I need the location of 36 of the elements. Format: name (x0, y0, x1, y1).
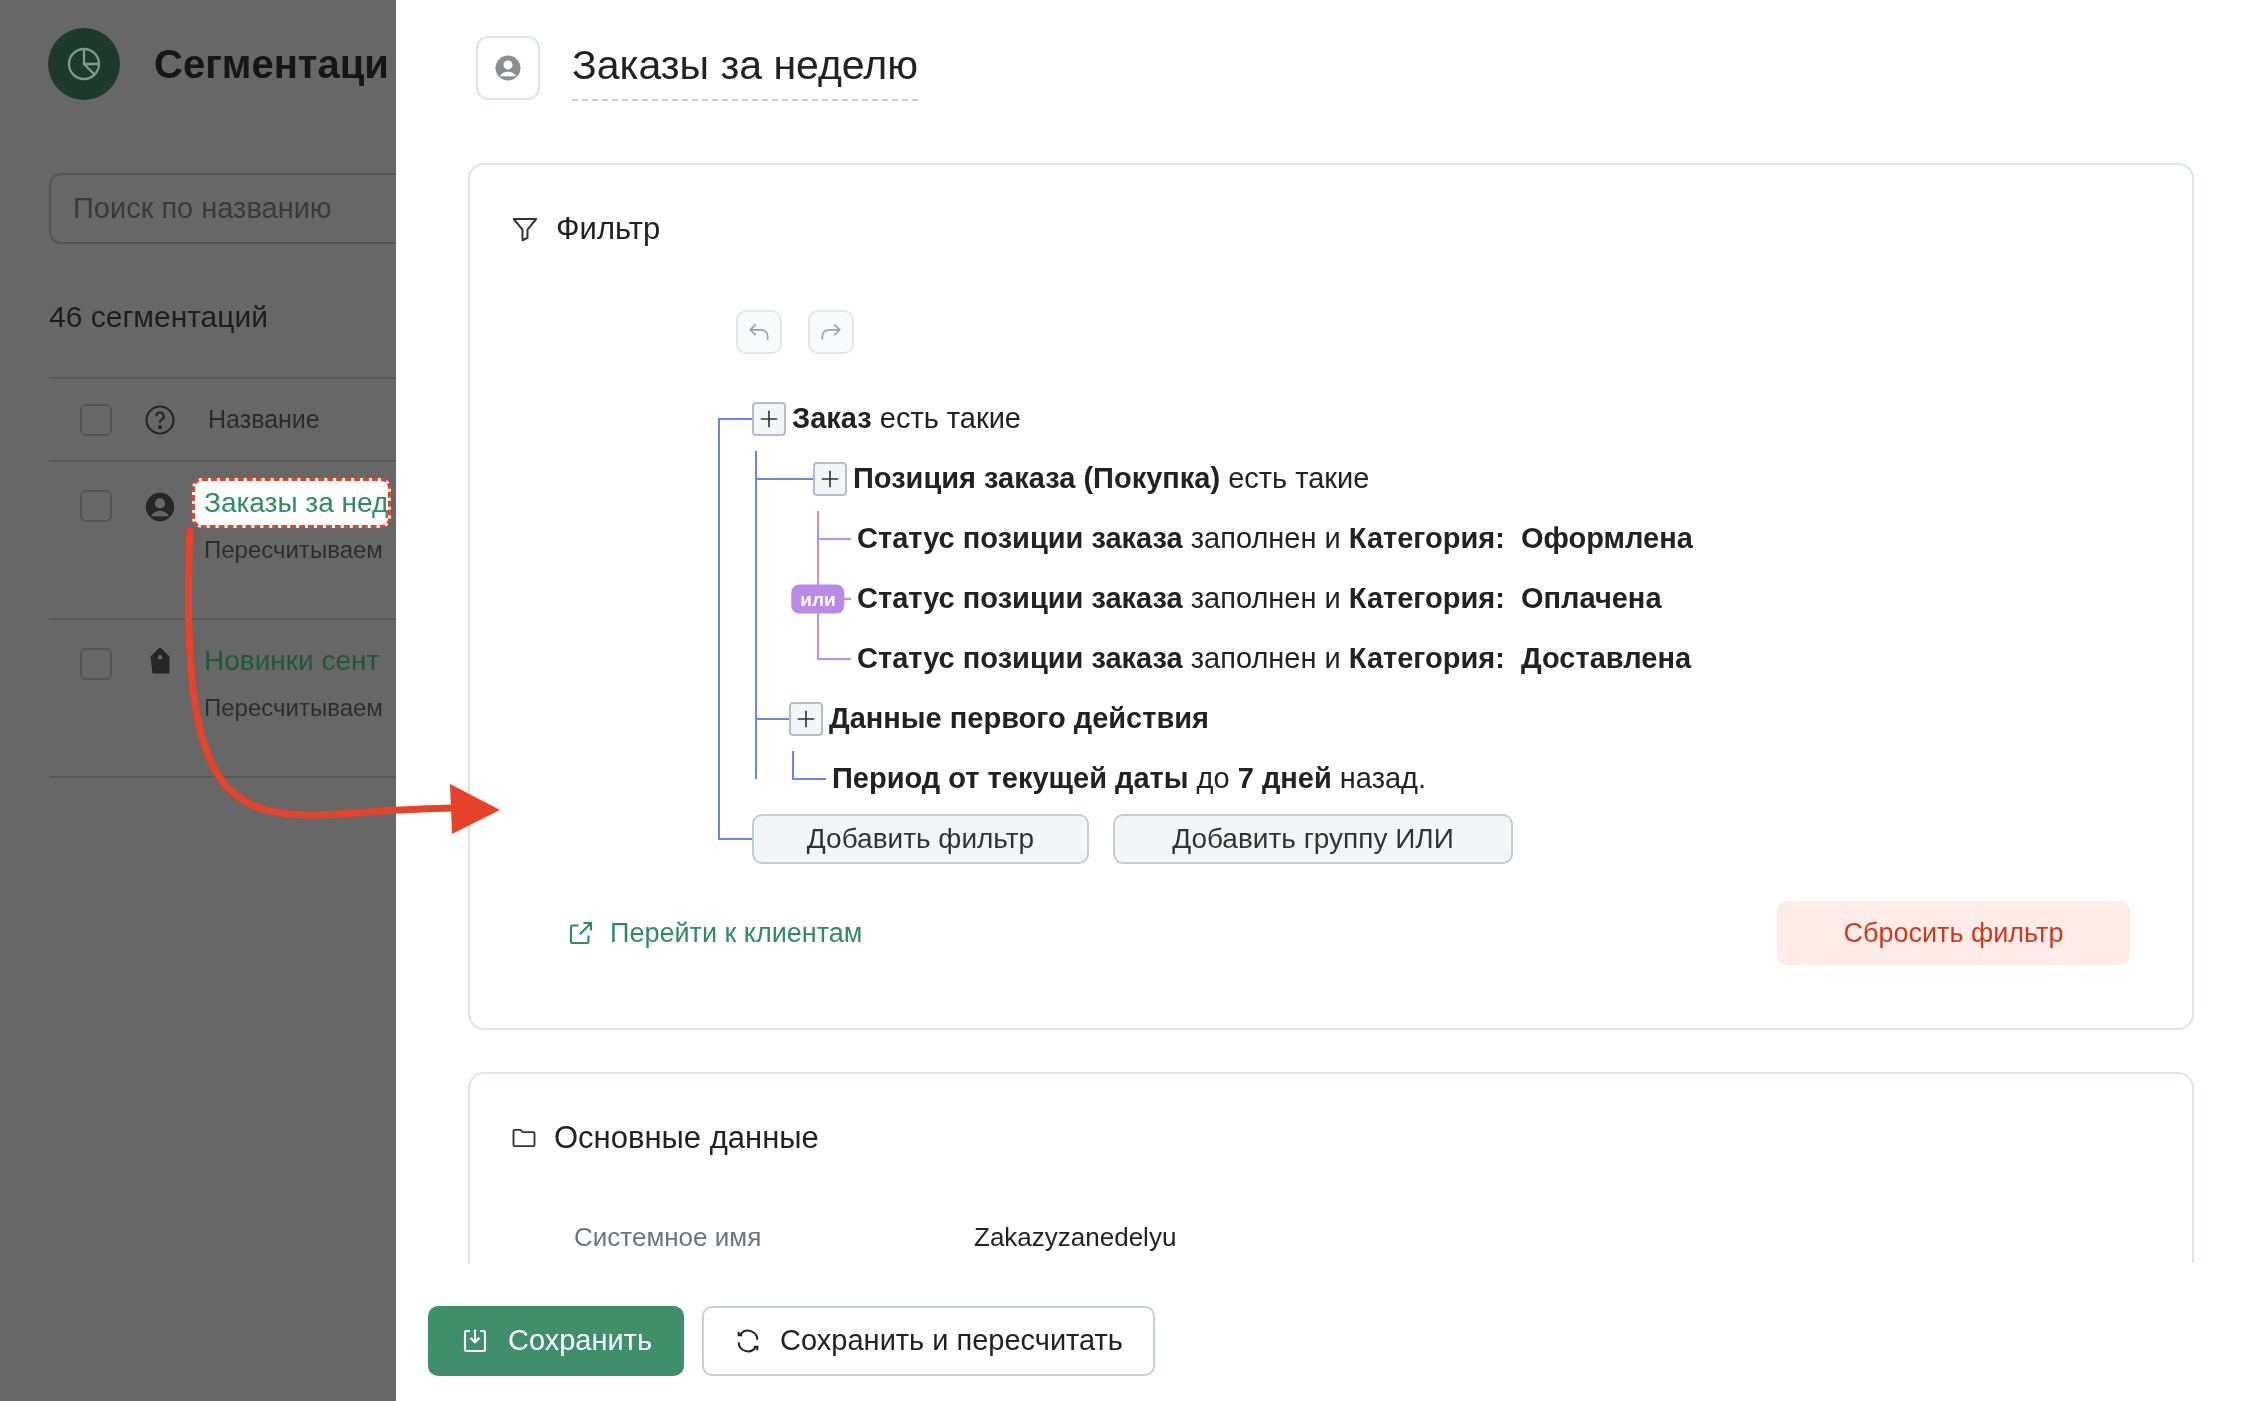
clients-link[interactable]: Перейти к клиентам (566, 912, 863, 954)
redo-button[interactable] (808, 310, 854, 354)
or-badge: или (791, 584, 845, 614)
column-header: Название (208, 403, 320, 435)
avatar-button[interactable] (476, 36, 540, 100)
user-icon (493, 53, 523, 83)
field-value: Zakazyzanedelyu (974, 1220, 1177, 1254)
page-title: Сегментаци (154, 41, 389, 88)
add-filter-button[interactable]: Добавить группу ИЛИ (1113, 814, 1513, 864)
field-label: Системное имя (574, 1220, 763, 1254)
save-recalculate-button[interactable]: Сохранить и пересчитать (702, 1306, 1155, 1376)
expand-button[interactable] (789, 702, 823, 736)
segment-title[interactable]: Заказы за неделю (572, 35, 918, 101)
segment-status: Пересчитываем (203, 693, 383, 723)
filter-label: Позиция заказа (Покупка) есть такие (853, 461, 1370, 497)
segment-status: Пересчитываем (203, 535, 384, 565)
filter-label: Статус позиции заказа заполнен и Категория: Оплачена (857, 581, 1662, 617)
reset-filter-button[interactable]: Сбросить фильтр (1777, 901, 2130, 965)
filter-label: Период от текущей даты до 7 дней назад. (832, 761, 1427, 797)
undo-button[interactable] (736, 310, 782, 354)
card-title: Фильтр (556, 209, 661, 248)
segment-link[interactable]: Заказы за нед (192, 478, 392, 528)
card-title: Основные данные (554, 1118, 819, 1157)
expand-button[interactable] (752, 402, 786, 436)
user-icon (143, 490, 177, 524)
save-button[interactable]: Сохранить (428, 1306, 685, 1376)
segment-count: 46 сегментаций (49, 299, 269, 335)
filter-label: Данные первого действия (829, 701, 1210, 737)
plus-icon (758, 408, 780, 430)
plus-icon (819, 468, 841, 490)
filter-label: Статус позиции заказа заполнен и Категория: Оформлена (857, 521, 1693, 557)
add-filter-button[interactable]: Добавить фильтр (752, 814, 1089, 864)
plus-icon (795, 708, 817, 730)
expand-button[interactable] (813, 462, 847, 496)
filter-label: Заказ есть такие (792, 401, 1021, 437)
filter-label: Статус позиции заказа заполнен и Категория: Доставлена (857, 641, 1692, 677)
